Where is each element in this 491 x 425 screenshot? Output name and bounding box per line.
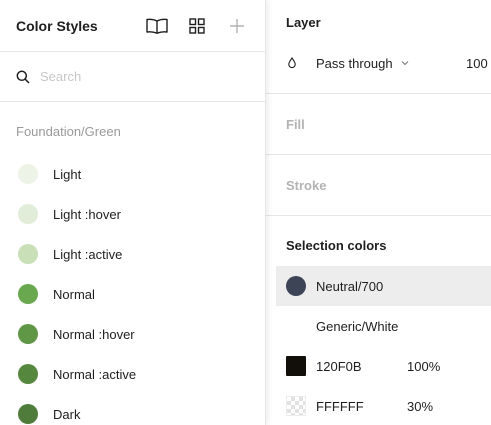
selection-color-swatch [286,316,306,336]
color-swatch [18,404,38,424]
selection-color-row[interactable]: Generic/White [266,306,491,346]
selection-colors-section: Selection colors Neutral/700 Generic/Whit… [266,216,491,425]
search-icon [16,70,30,84]
layer-section-title: Layer [286,15,321,30]
selection-color-name: Generic/White [316,318,399,334]
color-style-name: Light :active [53,246,123,262]
book-open-icon[interactable] [145,14,169,38]
color-style-item[interactable]: Normal :active [0,354,265,394]
color-swatch [18,204,38,224]
selection-colors-title: Selection colors [286,238,387,253]
selection-colors-list: Neutral/700 Generic/White 120F0B 100% FFFFFF… [266,266,491,425]
water-drop-icon [288,57,296,69]
color-style-item[interactable]: Light :hover [0,194,265,234]
selection-color-row[interactable]: 120F0B 100% [266,346,491,386]
grid-icon[interactable] [185,14,209,38]
color-swatch [18,324,38,344]
color-style-item[interactable]: Normal [0,274,265,314]
stroke-section-title: Stroke [286,177,327,193]
color-style-name: Normal [53,286,95,302]
color-style-name: Normal :active [53,366,137,382]
color-style-name: Normal :hover [53,326,135,342]
color-style-name: Light [53,166,82,182]
plus-icon[interactable] [225,14,249,38]
chevron-down-icon [401,61,408,66]
properties-panel: Layer Pass through 100 Fill Stroke Selec… [266,0,491,425]
color-styles-header: Color Styles [0,0,265,52]
color-style-item[interactable]: Light [0,154,265,194]
color-style-name: Dark [53,406,81,422]
color-style-item[interactable]: Normal :hover [0,314,265,354]
selection-color-swatch[interactable] [286,276,306,296]
selection-color-row[interactable]: FFFFFF 30% [266,386,491,425]
selection-color-swatch[interactable] [286,356,306,376]
color-style-item[interactable]: Dark [0,394,265,425]
search-input[interactable] [40,69,249,84]
layer-opacity-input[interactable]: 100 [466,56,488,71]
style-group-heading: Foundation/Green [16,124,121,139]
fill-section[interactable]: Fill [266,94,491,155]
selection-color-name: Neutral/700 [316,278,384,294]
color-swatch [18,244,38,264]
selection-color-name: 120F0B [316,358,362,374]
stroke-section[interactable]: Stroke [266,155,491,216]
selection-color-opacity[interactable]: 100% [407,359,440,374]
selection-color-row[interactable]: Neutral/700 [276,266,491,306]
layer-section: Layer Pass through 100 [266,0,491,94]
panel-title: Color Styles [16,17,98,34]
color-style-name: Light :hover [53,206,121,222]
fill-section-title: Fill [286,116,305,132]
color-style-list: Light Light :hover Light :active Normal Norm… [0,154,265,425]
color-swatch [18,164,38,184]
blend-mode-dropdown[interactable]: Pass through 100 [286,54,491,72]
selection-color-opacity[interactable]: 30% [407,399,433,414]
color-swatch [18,364,38,384]
color-styles-panel: Color Styles Search Foundation/Green Lig… [0,0,266,425]
search-bar [0,52,265,102]
selection-color-swatch[interactable] [286,396,306,416]
color-style-item[interactable]: Light :active [0,234,265,274]
blend-mode-value: Pass through [316,55,393,71]
selection-color-name: FFFFFF [316,398,364,414]
color-swatch [18,284,38,304]
header-toolbar [129,14,249,38]
